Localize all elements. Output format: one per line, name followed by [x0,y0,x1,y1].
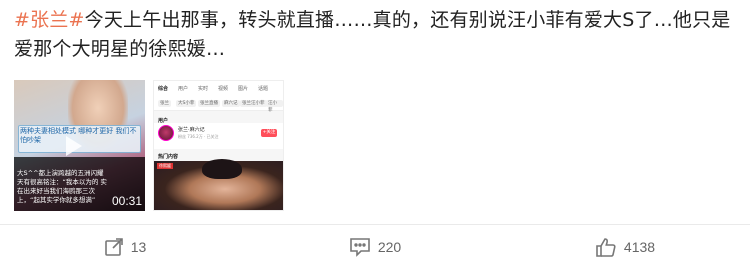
comment-icon [349,237,371,257]
screenshot-chip: 大S小菲 [176,100,197,107]
screenshot-username: 张兰·麻六记 [178,127,205,133]
screenshot-tab: 视频 [218,86,229,92]
topic-link[interactable]: #张兰# [14,9,85,31]
screenshot-follow-button: +关注 [261,129,277,137]
play-icon[interactable] [66,136,82,156]
media-row: 两种夫妻相处模式 哪种才更好 我们不怕吵架 大S^^都上演跨越的五洲闪耀 天有很… [14,80,284,211]
avatar [158,125,174,141]
screenshot-tab: 用户 [178,86,189,92]
share-icon [104,237,124,257]
screenshot-tab: 实时 [198,86,209,92]
action-bar: 13 220 4138 [0,224,750,269]
image-thumbnail[interactable]: 综合 用户 实时 视频 图片 话题 张兰 大S小菲 张兰直播 麻六记 张兰汪小菲… [153,80,284,211]
video-caption: 大S^^都上演跨越的五洲闪耀 天有很高铭注：“我本以为的 实在出来好当我们海鸥那… [17,169,107,204]
video-duration: 00:31 [111,194,142,208]
comment-count: 220 [377,239,402,255]
repost-button[interactable]: 13 [0,225,250,269]
screenshot-tab: 话题 [258,86,269,92]
video-thumbnail[interactable]: 两种夫妻相处模式 哪种才更好 我们不怕吵架 大S^^都上演跨越的五洲闪耀 天有很… [14,80,145,211]
like-button[interactable]: 4138 [500,225,750,269]
comment-button[interactable]: 220 [250,225,500,269]
screenshot-chip: 张兰汪小菲 [240,100,267,107]
screenshot-chip: 麻六记 [222,100,240,107]
post-body: 今天上午出那事，转头就直播……真的，还有别说汪小菲有爱大S了…他只是爱那个大明星… [14,9,731,60]
screenshot-photo-detail [202,159,242,179]
like-count: 4138 [623,239,656,255]
screenshot-tab: 图片 [238,86,249,92]
screenshot-chip: 汪小菲 [266,100,283,113]
screenshot-section-label: 热门内容 [158,154,179,160]
screenshot-tab: 综合 [158,86,169,92]
repost-count: 13 [130,239,147,255]
screenshot-chip: 张兰 [158,100,171,107]
thumbs-up-icon [595,237,617,257]
post-text: #张兰#今天上午出那事，转头就直播……真的，还有别说汪小菲有爱大S了…他只是爱那… [14,6,742,64]
screenshot-chip: 张兰直播 [198,100,220,107]
screenshot-user-meta: 粉丝 736.2万 · 已关注 [178,134,219,139]
screenshot-photo-badge: 徐熙媛 [157,163,173,169]
